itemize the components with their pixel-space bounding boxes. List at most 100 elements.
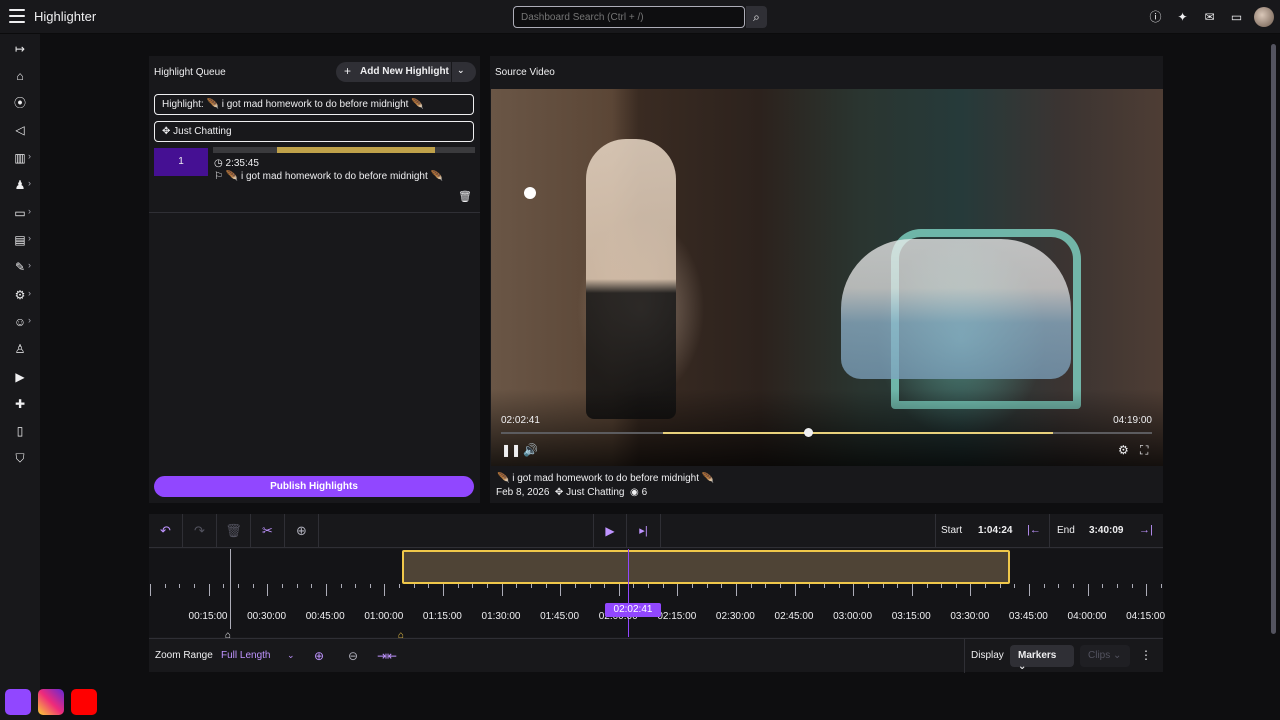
sidebar-item-promote[interactable]: ◁	[0, 119, 40, 141]
pause-icon[interactable]: ❚❚	[501, 443, 521, 457]
ruler-tick	[1160, 584, 1162, 588]
page-scrollbar[interactable]	[1271, 44, 1276, 634]
chevron-down-icon: ⌄	[1113, 650, 1122, 661]
sidebar-item-analytics[interactable]: ▥ ›	[0, 147, 40, 169]
delete-icon[interactable]: 🗑	[458, 190, 472, 203]
ruler-tick	[472, 584, 474, 588]
sidebar-item-customization[interactable]: ✎ ›	[0, 256, 40, 278]
add-new-highlight-button[interactable]: + Add New Highlight ⌄	[336, 62, 476, 82]
playhead-time: 02:02:41	[605, 603, 661, 617]
ruler-tick	[1043, 584, 1045, 588]
ruler-tick	[809, 584, 811, 588]
publish-highlights-button[interactable]: Publish Highlights	[154, 476, 474, 497]
ruler-tick	[194, 584, 195, 588]
zoom-range-select[interactable]: Full Length	[221, 650, 270, 661]
fullscreen-icon[interactable]: ⛶	[1140, 443, 1148, 458]
seek-handle[interactable]	[804, 428, 813, 437]
queue-item-number[interactable]: 1	[154, 148, 208, 176]
playhead[interactable]	[628, 549, 629, 637]
highlight-queue-panel: Highlight Queue + Add New Highlight ⌄ Hi…	[149, 56, 480, 503]
ruler-label: 04:15:00	[1126, 611, 1166, 622]
undo-icon[interactable]: ↶	[149, 514, 183, 548]
chat-icon[interactable]: ▭	[1227, 8, 1246, 27]
ruler-tick	[252, 584, 254, 588]
duration-text: 2:35:45	[225, 158, 259, 169]
timeline-track[interactable]: ⌂ ⌂ 00:15:00 00:30:00 00:45:00 01:00:00 01:1…	[149, 549, 1166, 641]
more-options-icon[interactable]: ⋮	[1140, 648, 1152, 662]
ruler-label: 02:30:00	[715, 611, 755, 622]
redo-icon[interactable]: ↷	[183, 514, 217, 548]
set-end-icon[interactable]: →|	[1139, 524, 1153, 536]
highlight-title-field[interactable]: Highlight: 🪶 i got mad homework to do be…	[154, 94, 474, 115]
settings-icon[interactable]: ⚙	[1118, 443, 1129, 457]
content-icon: ▭	[14, 206, 26, 220]
sidebar-item-extensions[interactable]: ✚	[0, 393, 40, 415]
add-marker-icon[interactable]: ⊕	[285, 514, 319, 548]
clips-toggle[interactable]: Clips ⌄	[1080, 645, 1130, 667]
markers-toggle[interactable]: Markers ⌄	[1010, 645, 1074, 672]
volume-icon[interactable]: 🔊	[523, 443, 538, 457]
zoom-out-icon[interactable]: ⊖	[336, 639, 370, 673]
video-player[interactable]: 02:02:41 04:19:00 ❚❚ 🔊 ⚙ ⛶	[491, 89, 1163, 466]
sidebar-item-emotes[interactable]: ☺ ›	[0, 311, 40, 333]
ruler-tick	[399, 584, 401, 588]
top-bar: Highlighter ⌕ ⓘ ✦ ✉ ▭	[0, 0, 1280, 34]
chevron-down-icon[interactable]: ⌄	[287, 650, 295, 661]
ruler-tick	[838, 584, 840, 588]
ruler-tick	[369, 584, 371, 588]
sidebar-item-monetization[interactable]: ▤ ›	[0, 229, 40, 251]
divider	[964, 639, 965, 673]
sidebar-collapse[interactable]: ↦	[0, 38, 40, 60]
sparkle-icon[interactable]: ✦	[1173, 8, 1192, 27]
fit-to-selection-icon[interactable]: ⇥⇤	[370, 639, 404, 673]
ruler-tick	[823, 584, 825, 588]
ruler-tick	[897, 584, 899, 588]
top-icons: ⓘ ✦ ✉ ▭	[1146, 7, 1274, 27]
emote-icon: ☺	[13, 315, 27, 329]
highlight-region[interactable]	[402, 550, 1010, 584]
delete-icon[interactable]: 🗑	[217, 514, 251, 548]
end-label: End	[1057, 525, 1075, 536]
set-start-icon[interactable]: |←	[1027, 524, 1041, 536]
timeline-toolbar: ↶ ↷ 🗑 ✂ ⊕ ▶ ▸| Start 1:04:24 |← End 3:40…	[149, 514, 1163, 548]
ruler-tick	[1087, 584, 1089, 596]
sidebar-item-safety[interactable]: ⛉	[0, 447, 40, 469]
chevron-down-icon[interactable]: ⌄	[457, 65, 465, 76]
start-label: Start	[941, 525, 963, 536]
ruler-tick	[150, 584, 151, 596]
sidebar-item-roles[interactable]: ♙	[0, 338, 40, 360]
search-input[interactable]	[513, 6, 745, 28]
play-icon[interactable]: ▶	[593, 514, 627, 548]
sidebar-item-stream[interactable]: ⦿	[0, 92, 40, 114]
sidebar-item-content[interactable]: ▭ ›	[0, 202, 40, 224]
sidebar-item-guide[interactable]: ▯	[0, 420, 40, 442]
start-value: 1:04:24	[978, 525, 1013, 536]
avatar[interactable]	[1254, 7, 1274, 27]
help-icon[interactable]: ⓘ	[1146, 8, 1165, 27]
hover-line	[230, 549, 231, 629]
ruler-tick	[296, 584, 298, 588]
queue-item-duration: ◷ 2:35:45	[214, 158, 259, 169]
sidebar-item-settings[interactable]: ⚙ ›	[0, 284, 40, 306]
inbox-icon[interactable]: ✉	[1200, 8, 1219, 27]
video-views: 6	[641, 487, 648, 498]
sidebar-item-video[interactable]: ▶	[0, 366, 40, 388]
sidebar-item-home[interactable]: ⌂	[0, 65, 40, 87]
skip-to-end-icon[interactable]: ▸|	[627, 514, 661, 548]
ruler-label: 01:45:00	[540, 611, 580, 622]
ruler-tick	[867, 584, 869, 588]
chevron-right-icon: ›	[28, 315, 31, 325]
scissors-icon[interactable]: ✂	[251, 514, 285, 548]
menu-icon[interactable]	[9, 9, 25, 23]
sidebar-item-community[interactable]: ♟ ›	[0, 174, 40, 196]
category-field[interactable]: ✥ Just Chatting	[154, 121, 474, 142]
ruler-tick	[633, 584, 635, 588]
search-icon[interactable]: ⌕	[746, 6, 767, 28]
broadcast-icon: ⦿	[13, 96, 26, 110]
clips-label: Clips	[1088, 650, 1111, 661]
ruler-tick	[985, 584, 987, 588]
ruler-tick	[223, 584, 225, 588]
queue-item-title: ⚐ 🪶 i got mad homework to do before midn…	[214, 171, 443, 182]
timeline-footer: Zoom Range Full Length ⌄ ⊕ ⊖ ⇥⇤ Display …	[149, 638, 1163, 673]
zoom-in-icon[interactable]: ⊕	[302, 639, 336, 673]
